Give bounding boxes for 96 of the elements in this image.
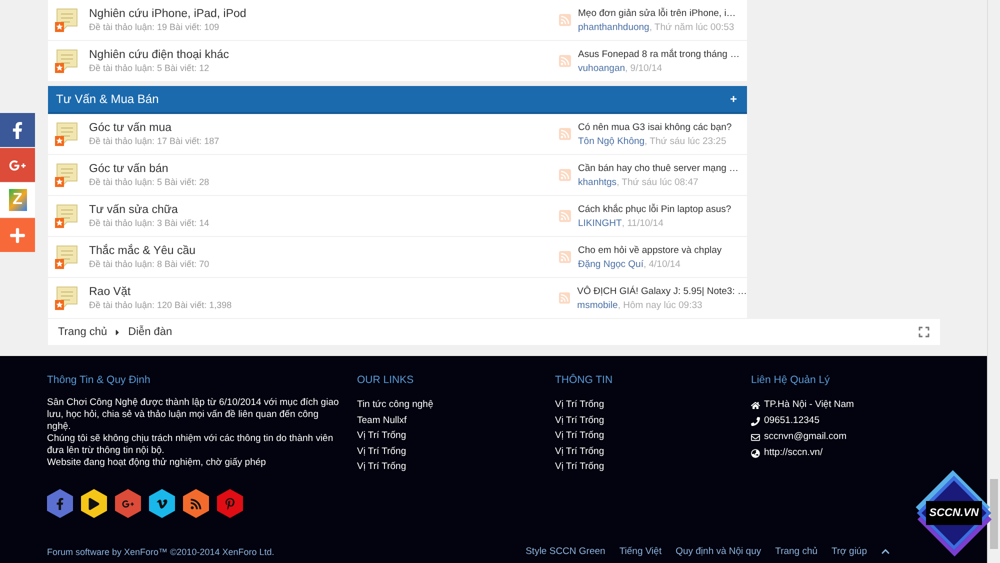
home-icon	[751, 400, 760, 410]
footer-heading: OUR LINKS	[357, 374, 415, 386]
breadcrumb-link[interactable]: Diễn đàn	[128, 326, 172, 338]
contact-text: sccnvn@gmail.com	[764, 430, 846, 444]
last-post-date: , 9/10/14	[625, 62, 662, 74]
footer-link[interactable]: Vị Trí Trống	[555, 444, 751, 459]
forum-title[interactable]: Nghiên cứu iPhone, iPad, iPod	[89, 7, 246, 21]
last-post-user[interactable]: phanthanhduong	[578, 20, 650, 34]
google-plus-link[interactable]	[115, 489, 141, 518]
forum-node-icon	[55, 48, 79, 74]
fullscreen-icon[interactable]	[918, 326, 930, 338]
vimeo-link[interactable]	[149, 489, 175, 518]
footer-link[interactable]: Vị Trí Trống	[357, 444, 555, 459]
footer-link[interactable]: Vị Trí Trống	[555, 412, 751, 428]
play-link[interactable]	[81, 489, 107, 518]
forum-node-icon	[55, 203, 79, 229]
forum-stats: Đề tài thảo luận: 5 Bài viết: 28	[89, 176, 210, 188]
last-post-title[interactable]: Có nên mua G3 isai không các bạn?	[578, 120, 732, 134]
forum-title[interactable]: Thắc mắc & Yêu cầu	[89, 244, 210, 258]
contact-text: TP.Hà Nội - Việt Nam	[764, 398, 854, 412]
facebook-link[interactable]	[47, 489, 73, 518]
plus-icon	[9, 226, 26, 244]
forum-title[interactable]: Nghiên cứu điện thoại khác	[89, 48, 230, 62]
vimeo-icon	[156, 498, 168, 510]
section-title: Tư Vấn & Mua Bán	[56, 92, 159, 106]
footer-link[interactable]: Vị Trí Trống	[555, 428, 751, 444]
footer-link[interactable]: Team Nullxf	[357, 412, 555, 428]
footer-heading: Liên Hệ Quản Lý	[751, 374, 831, 386]
last-post-user[interactable]: Đặng Ngọc Quí	[578, 258, 644, 270]
pinterest-icon	[224, 498, 236, 510]
last-post-date: , 4/10/14	[643, 258, 680, 270]
more-share-button[interactable]	[0, 218, 35, 252]
footer-bottom-link[interactable]: Tiếng Việt	[619, 546, 662, 557]
forum-stats: Đề tài thảo luận: 120 Bài viết: 1,398	[89, 299, 232, 311]
forum-node-icon	[55, 121, 79, 147]
forum-node-icon	[55, 162, 79, 188]
footer-link[interactable]: Vị Trí Trống	[357, 459, 555, 474]
last-post-title[interactable]: Cho em hỏi về appstore và chplay	[578, 244, 722, 258]
pinterest-link[interactable]	[217, 489, 243, 518]
footer-bottom-link[interactable]: Trang chủ	[775, 546, 818, 557]
footer-paragraph: Sân Chơi Công Nghệ được thành lập từ 6/10/2014 với mục đích giao lưu, học hỏi, chia sẻ và thảo luận mọi vấn đề liên quan đến công nghệ.	[47, 397, 340, 433]
last-post-title[interactable]: Asus Fonepad 8 ra mắt trong tháng …	[578, 48, 740, 62]
facebook-icon	[54, 498, 66, 510]
footer-link[interactable]: Tin tức công nghệ	[357, 397, 555, 412]
last-post-date: , Thứ sáu lúc 23:25	[644, 134, 726, 148]
forum-title[interactable]: Tư vấn sửa chữa	[89, 203, 210, 217]
forum-stats: Đề tài thảo luận: 17 Bài viết: 187	[89, 135, 220, 147]
globe-icon	[751, 448, 760, 458]
forum-stats: Đề tài thảo luận: 3 Bài viết: 14	[89, 217, 210, 229]
last-post-title[interactable]: VÔ ĐỊCH GIÁ! Galaxy J: 5.95| Note3: …	[577, 284, 747, 298]
google-plus-share-button[interactable]	[0, 148, 35, 182]
forum-stats: Đề tài thảo luận: 19 Bài viết: 109	[89, 21, 220, 33]
expand-toggle[interactable]: +	[730, 92, 737, 106]
rss-icon	[190, 498, 202, 510]
footer-link[interactable]: Vị Trí Trống	[357, 428, 555, 444]
footer-heading: THÔNG TIN	[555, 374, 614, 386]
facebook-share-button[interactable]	[0, 113, 35, 147]
footer-bottom-link[interactable]: Style SCCN Green	[526, 546, 606, 557]
footer-bottom-link[interactable]: Quy định và Nội quy	[676, 546, 762, 557]
copyright-text: Forum software by XenForo™ ©2010-2014 XenForo Ltd.	[47, 546, 274, 556]
google-plus-icon	[122, 498, 134, 510]
last-post-date: , Thứ sáu lúc 08:47	[616, 176, 698, 188]
last-post-user[interactable]: Tôn Ngộ Không	[578, 134, 645, 148]
forum-title[interactable]: Góc tư vấn bán	[89, 162, 210, 176]
last-post-user[interactable]: vuhoangan	[578, 62, 626, 74]
forum-stats: Đề tài thảo luận: 5 Bài viết: 12	[89, 62, 210, 74]
last-post-user[interactable]: msmobile	[577, 298, 618, 312]
scrollbar-thumb[interactable]	[990, 479, 998, 549]
last-post-date: , Hôm nay lúc 09:33	[618, 298, 702, 312]
forum-title[interactable]: Rao Vặt	[89, 285, 232, 299]
forum-node-icon	[55, 7, 79, 33]
forum-node-icon	[55, 244, 79, 270]
last-post-date: , 11/10/14	[622, 216, 664, 230]
footer-bottom-link[interactable]: Trợ giúp	[832, 546, 867, 557]
footer-link[interactable]: Vị Trí Trống	[555, 397, 751, 412]
footer-link[interactable]: Vị Trí Trống	[555, 459, 751, 474]
footer-heading: Thông Tin & Quy Định	[47, 374, 152, 386]
rss-link[interactable]	[183, 489, 209, 518]
contact-text: http://sccn.vn/	[764, 446, 823, 460]
contact-text: 09651.12345	[764, 414, 820, 428]
forum-node-icon	[55, 285, 79, 311]
last-post-title[interactable]: Mẹo đơn giản sửa lỗi trên iPhone, i…	[578, 6, 736, 20]
forum-stats: Đề tài thảo luận: 8 Bài viết: 70	[89, 258, 210, 270]
chevron-up-icon[interactable]	[881, 547, 890, 556]
play-icon	[88, 498, 100, 510]
last-post-user[interactable]: LIKINGHT	[578, 216, 622, 230]
phone-icon	[751, 416, 760, 426]
last-post-user[interactable]: khanhtgs	[578, 176, 617, 188]
footer-paragraph: Chúng tôi sẽ không chịu trách nhiệm với các thông tin do thành viên đưa lên trừ thông tin nội bộ.	[47, 433, 334, 457]
envelope-icon	[751, 432, 760, 442]
last-post-title[interactable]: Cách khắc phục lỗi Pin laptop asus?	[578, 202, 732, 216]
breadcrumb-link[interactable]: Trang chủ	[58, 326, 108, 338]
footer-paragraph: Website đang hoạt động thử nghiệm, chờ giấy phép	[47, 457, 267, 469]
forum-title[interactable]: Góc tư vấn mua	[89, 121, 220, 135]
last-post-date: , Thứ năm lúc 00:53	[649, 20, 734, 34]
last-post-title[interactable]: Cần bán hay cho thuê server mạng …	[578, 162, 739, 176]
